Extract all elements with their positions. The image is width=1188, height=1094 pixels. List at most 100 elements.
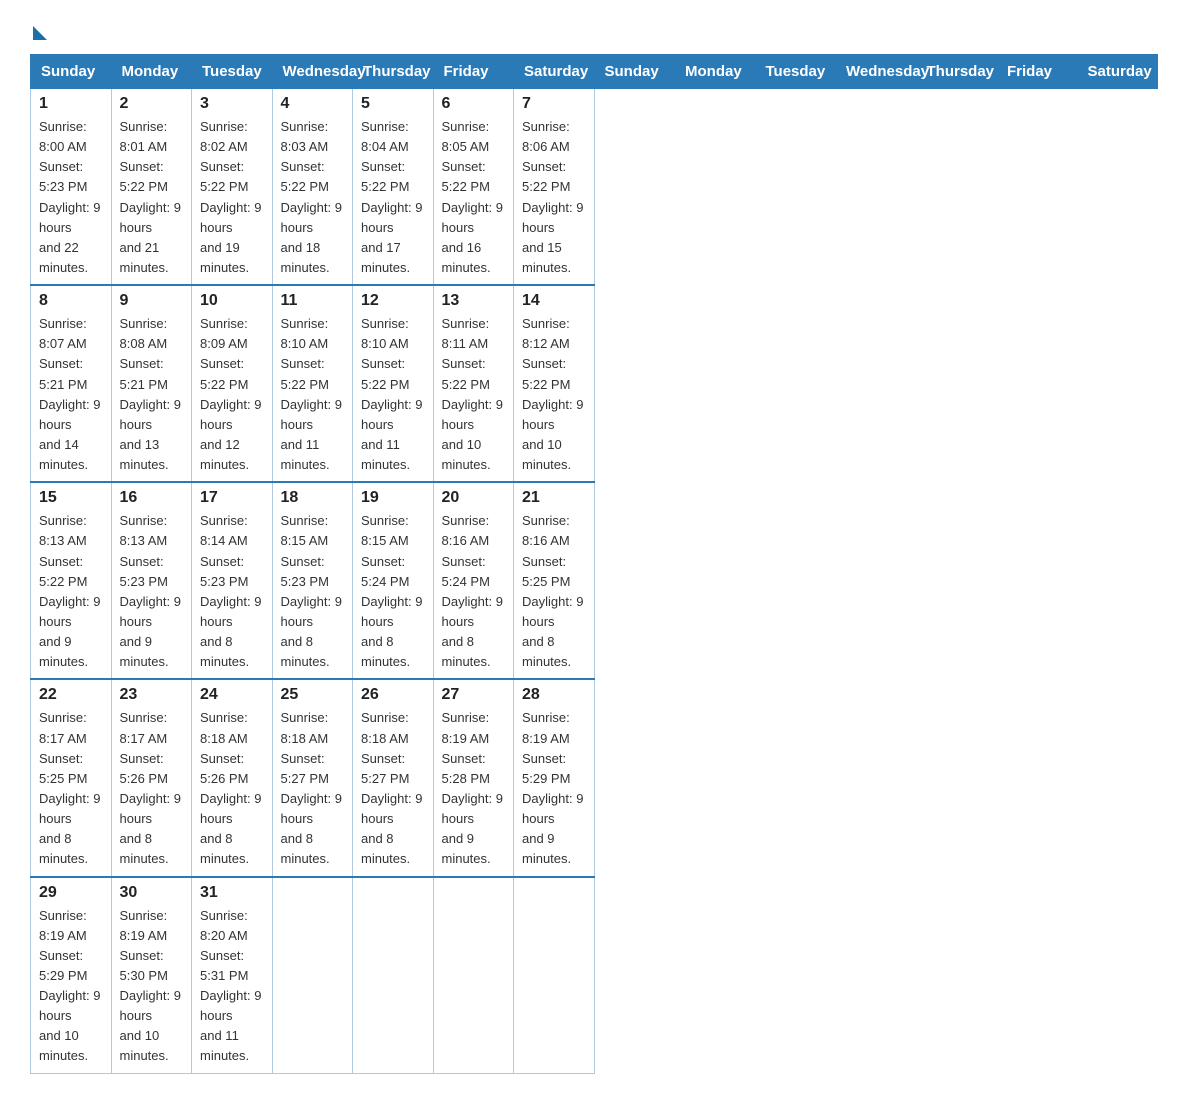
day-info: Sunrise: 8:20 AM Sunset: 5:31 PM Dayligh…: [200, 906, 264, 1067]
day-number: 22: [39, 686, 103, 704]
calendar-cell: 10 Sunrise: 8:09 AM Sunset: 5:22 PM Dayl…: [192, 285, 273, 482]
day-info: Sunrise: 8:01 AM Sunset: 5:22 PM Dayligh…: [120, 117, 184, 278]
calendar-cell: 22 Sunrise: 8:17 AM Sunset: 5:25 PM Dayl…: [31, 679, 112, 876]
calendar-cell: 24 Sunrise: 8:18 AM Sunset: 5:26 PM Dayl…: [192, 679, 273, 876]
column-header-thursday: Thursday: [916, 55, 997, 89]
calendar-cell: 31 Sunrise: 8:20 AM Sunset: 5:31 PM Dayl…: [192, 877, 273, 1074]
calendar-cell: [514, 877, 595, 1074]
calendar-cell: 26 Sunrise: 8:18 AM Sunset: 5:27 PM Dayl…: [353, 679, 434, 876]
day-info: Sunrise: 8:07 AM Sunset: 5:21 PM Dayligh…: [39, 314, 103, 475]
day-info: Sunrise: 8:04 AM Sunset: 5:22 PM Dayligh…: [361, 117, 425, 278]
column-header-monday: Monday: [675, 55, 756, 89]
day-number: 16: [120, 489, 184, 507]
day-number: 29: [39, 884, 103, 902]
column-header-sunday: Sunday: [31, 55, 112, 89]
day-number: 21: [522, 489, 586, 507]
day-number: 13: [442, 292, 506, 310]
day-number: 17: [200, 489, 264, 507]
day-info: Sunrise: 8:19 AM Sunset: 5:29 PM Dayligh…: [522, 708, 586, 869]
column-header-friday: Friday: [997, 55, 1078, 89]
calendar-cell: 11 Sunrise: 8:10 AM Sunset: 5:22 PM Dayl…: [272, 285, 353, 482]
column-header-tuesday: Tuesday: [755, 55, 836, 89]
calendar-cell: 12 Sunrise: 8:10 AM Sunset: 5:22 PM Dayl…: [353, 285, 434, 482]
calendar-cell: 6 Sunrise: 8:05 AM Sunset: 5:22 PM Dayli…: [433, 89, 514, 286]
calendar-cell: 18 Sunrise: 8:15 AM Sunset: 5:23 PM Dayl…: [272, 482, 353, 679]
day-info: Sunrise: 8:16 AM Sunset: 5:25 PM Dayligh…: [522, 511, 586, 672]
calendar-cell: 5 Sunrise: 8:04 AM Sunset: 5:22 PM Dayli…: [353, 89, 434, 286]
day-info: Sunrise: 8:10 AM Sunset: 5:22 PM Dayligh…: [281, 314, 345, 475]
day-number: 3: [200, 95, 264, 113]
column-header-thursday: Thursday: [353, 55, 434, 89]
day-info: Sunrise: 8:03 AM Sunset: 5:22 PM Dayligh…: [281, 117, 345, 278]
day-info: Sunrise: 8:08 AM Sunset: 5:21 PM Dayligh…: [120, 314, 184, 475]
calendar-cell: 27 Sunrise: 8:19 AM Sunset: 5:28 PM Dayl…: [433, 679, 514, 876]
calendar-cell: [272, 877, 353, 1074]
calendar-cell: 3 Sunrise: 8:02 AM Sunset: 5:22 PM Dayli…: [192, 89, 273, 286]
day-info: Sunrise: 8:02 AM Sunset: 5:22 PM Dayligh…: [200, 117, 264, 278]
day-number: 18: [281, 489, 345, 507]
calendar-cell: 9 Sunrise: 8:08 AM Sunset: 5:21 PM Dayli…: [111, 285, 192, 482]
calendar-cell: [353, 877, 434, 1074]
calendar-cell: 4 Sunrise: 8:03 AM Sunset: 5:22 PM Dayli…: [272, 89, 353, 286]
calendar-cell: 17 Sunrise: 8:14 AM Sunset: 5:23 PM Dayl…: [192, 482, 273, 679]
calendar-cell: 30 Sunrise: 8:19 AM Sunset: 5:30 PM Dayl…: [111, 877, 192, 1074]
column-header-wednesday: Wednesday: [272, 55, 353, 89]
logo-arrow-icon: [33, 26, 47, 40]
day-info: Sunrise: 8:10 AM Sunset: 5:22 PM Dayligh…: [361, 314, 425, 475]
day-info: Sunrise: 8:13 AM Sunset: 5:22 PM Dayligh…: [39, 511, 103, 672]
day-number: 7: [522, 95, 586, 113]
day-number: 4: [281, 95, 345, 113]
day-info: Sunrise: 8:19 AM Sunset: 5:28 PM Dayligh…: [442, 708, 506, 869]
calendar-header-row: SundayMondayTuesdayWednesdayThursdayFrid…: [31, 55, 1158, 89]
calendar-cell: 7 Sunrise: 8:06 AM Sunset: 5:22 PM Dayli…: [514, 89, 595, 286]
day-info: Sunrise: 8:16 AM Sunset: 5:24 PM Dayligh…: [442, 511, 506, 672]
day-info: Sunrise: 8:09 AM Sunset: 5:22 PM Dayligh…: [200, 314, 264, 475]
day-info: Sunrise: 8:19 AM Sunset: 5:29 PM Dayligh…: [39, 906, 103, 1067]
day-info: Sunrise: 8:05 AM Sunset: 5:22 PM Dayligh…: [442, 117, 506, 278]
calendar-cell: 2 Sunrise: 8:01 AM Sunset: 5:22 PM Dayli…: [111, 89, 192, 286]
page-header: [30, 20, 1158, 34]
calendar-cell: 21 Sunrise: 8:16 AM Sunset: 5:25 PM Dayl…: [514, 482, 595, 679]
calendar-cell: 15 Sunrise: 8:13 AM Sunset: 5:22 PM Dayl…: [31, 482, 112, 679]
day-info: Sunrise: 8:18 AM Sunset: 5:26 PM Dayligh…: [200, 708, 264, 869]
calendar-cell: 20 Sunrise: 8:16 AM Sunset: 5:24 PM Dayl…: [433, 482, 514, 679]
day-info: Sunrise: 8:17 AM Sunset: 5:26 PM Dayligh…: [120, 708, 184, 869]
column-header-tuesday: Tuesday: [192, 55, 273, 89]
column-header-saturday: Saturday: [514, 55, 595, 89]
calendar-week-3: 15 Sunrise: 8:13 AM Sunset: 5:22 PM Dayl…: [31, 482, 1158, 679]
column-header-monday: Monday: [111, 55, 192, 89]
day-number: 11: [281, 292, 345, 310]
day-info: Sunrise: 8:14 AM Sunset: 5:23 PM Dayligh…: [200, 511, 264, 672]
calendar-cell: 14 Sunrise: 8:12 AM Sunset: 5:22 PM Dayl…: [514, 285, 595, 482]
day-number: 15: [39, 489, 103, 507]
day-number: 14: [522, 292, 586, 310]
column-header-wednesday: Wednesday: [836, 55, 917, 89]
calendar-week-1: 1 Sunrise: 8:00 AM Sunset: 5:23 PM Dayli…: [31, 89, 1158, 286]
calendar-cell: 1 Sunrise: 8:00 AM Sunset: 5:23 PM Dayli…: [31, 89, 112, 286]
calendar-cell: 23 Sunrise: 8:17 AM Sunset: 5:26 PM Dayl…: [111, 679, 192, 876]
day-number: 20: [442, 489, 506, 507]
day-info: Sunrise: 8:17 AM Sunset: 5:25 PM Dayligh…: [39, 708, 103, 869]
calendar-cell: 19 Sunrise: 8:15 AM Sunset: 5:24 PM Dayl…: [353, 482, 434, 679]
day-number: 27: [442, 686, 506, 704]
day-info: Sunrise: 8:13 AM Sunset: 5:23 PM Dayligh…: [120, 511, 184, 672]
day-number: 2: [120, 95, 184, 113]
day-number: 1: [39, 95, 103, 113]
day-number: 30: [120, 884, 184, 902]
calendar-cell: [433, 877, 514, 1074]
calendar-week-5: 29 Sunrise: 8:19 AM Sunset: 5:29 PM Dayl…: [31, 877, 1158, 1074]
day-info: Sunrise: 8:11 AM Sunset: 5:22 PM Dayligh…: [442, 314, 506, 475]
day-number: 24: [200, 686, 264, 704]
day-number: 31: [200, 884, 264, 902]
day-info: Sunrise: 8:19 AM Sunset: 5:30 PM Dayligh…: [120, 906, 184, 1067]
calendar-table: SundayMondayTuesdayWednesdayThursdayFrid…: [30, 54, 1158, 1074]
column-header-saturday: Saturday: [1077, 55, 1158, 89]
calendar-cell: 8 Sunrise: 8:07 AM Sunset: 5:21 PM Dayli…: [31, 285, 112, 482]
day-info: Sunrise: 8:12 AM Sunset: 5:22 PM Dayligh…: [522, 314, 586, 475]
day-info: Sunrise: 8:18 AM Sunset: 5:27 PM Dayligh…: [281, 708, 345, 869]
calendar-week-4: 22 Sunrise: 8:17 AM Sunset: 5:25 PM Dayl…: [31, 679, 1158, 876]
calendar-cell: 29 Sunrise: 8:19 AM Sunset: 5:29 PM Dayl…: [31, 877, 112, 1074]
logo: [30, 20, 47, 34]
calendar-cell: 13 Sunrise: 8:11 AM Sunset: 5:22 PM Dayl…: [433, 285, 514, 482]
calendar-cell: 25 Sunrise: 8:18 AM Sunset: 5:27 PM Dayl…: [272, 679, 353, 876]
